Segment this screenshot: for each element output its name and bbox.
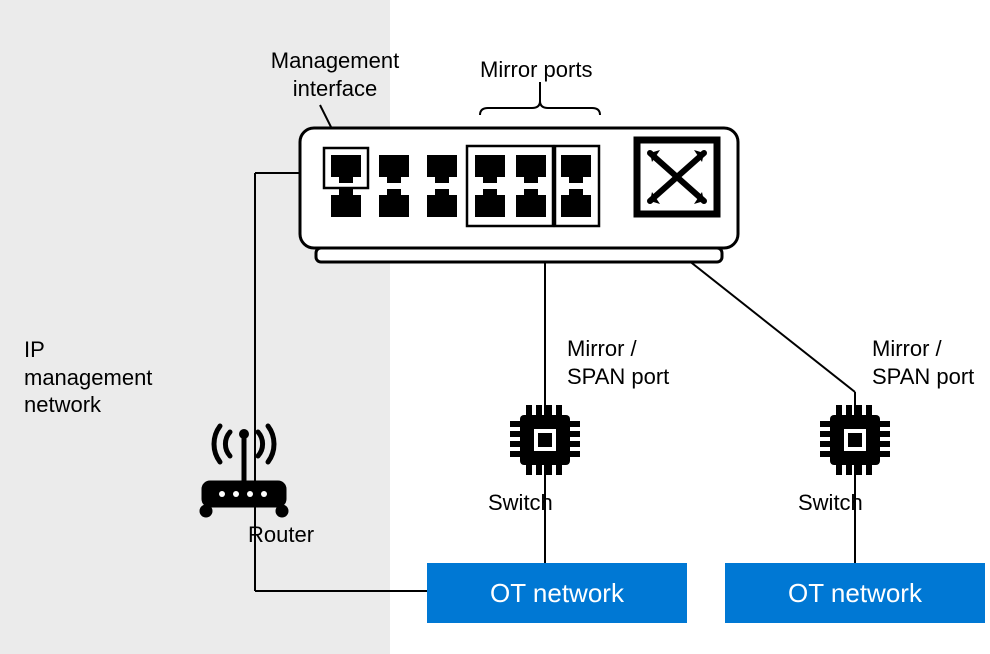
mirror-ports-label: Mirror ports bbox=[480, 56, 592, 84]
ot-network-2-box: OT network bbox=[725, 563, 985, 623]
ot-network-1-box: OT network bbox=[427, 563, 687, 623]
router-label: Router bbox=[248, 521, 314, 549]
ip-management-network-label: IPmanagementnetwork bbox=[24, 336, 152, 419]
switch-2-label: Switch bbox=[798, 489, 863, 517]
ot-network-2-label: OT network bbox=[788, 578, 922, 609]
mirror-span-port-1-label: Mirror /SPAN port bbox=[567, 335, 669, 390]
mirror-span-port-2-label: Mirror /SPAN port bbox=[872, 335, 974, 390]
switch-icon-2 bbox=[0, 0, 990, 654]
ot-network-1-label: OT network bbox=[490, 578, 624, 609]
management-interface-label: Managementinterface bbox=[255, 47, 415, 102]
switch-1-label: Switch bbox=[488, 489, 553, 517]
